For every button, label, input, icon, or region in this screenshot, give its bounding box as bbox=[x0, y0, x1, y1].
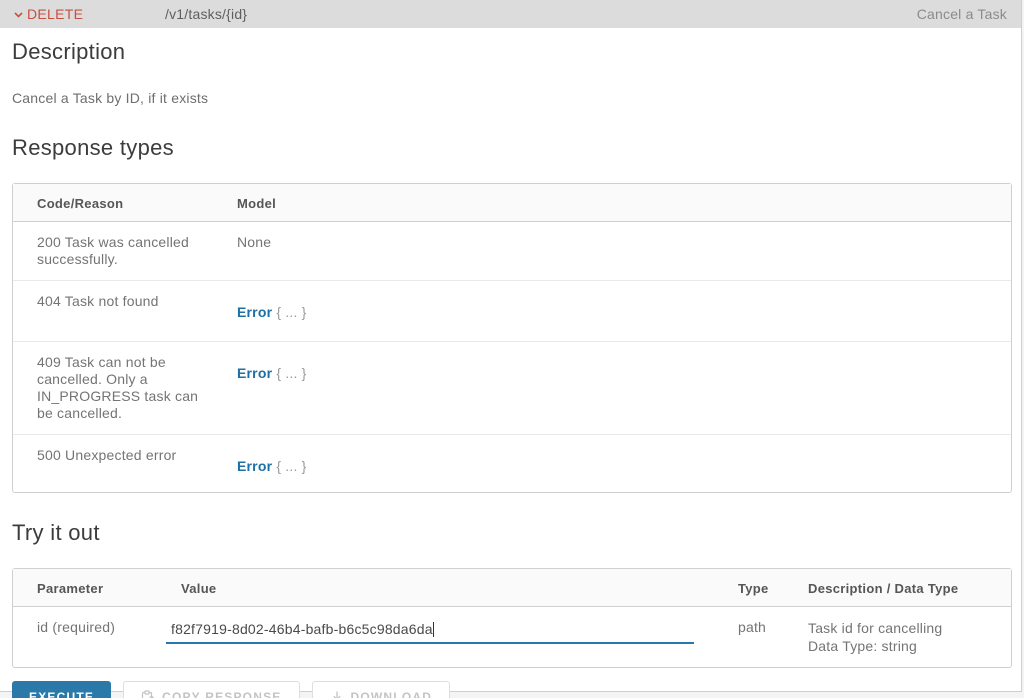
column-header-parameter: Parameter bbox=[13, 569, 157, 607]
response-code-cell: 200 Task was cancelled successfully. bbox=[13, 222, 213, 281]
endpoint-title: Cancel a Task bbox=[916, 6, 1007, 22]
http-method-label: DELETE bbox=[27, 6, 84, 22]
download-icon bbox=[330, 690, 344, 698]
response-code-cell: 404 Task not found bbox=[13, 281, 213, 342]
parameter-type-cell: path bbox=[738, 619, 767, 635]
execute-button[interactable]: EXECUTE bbox=[12, 681, 112, 698]
response-model-cell: Error { ... } bbox=[213, 435, 1011, 492]
table-row: 200 Task was cancelled successfully. Non… bbox=[13, 222, 1011, 281]
method-collapse-toggle[interactable]: DELETE bbox=[12, 6, 165, 22]
id-value-text: f82f7919-8d02-46b4-bafb-b6c5c98da6da bbox=[171, 621, 433, 637]
text-caret bbox=[432, 622, 434, 637]
endpoint-path: /v1/tasks/{id} bbox=[165, 6, 248, 22]
response-code-cell: 409 Task can not be cancelled. Only a IN… bbox=[13, 342, 213, 435]
error-model-link[interactable]: Error bbox=[237, 458, 272, 474]
table-row: 500 Unexpected error Error { ... } bbox=[13, 435, 1011, 492]
try-table-header-row: Parameter Value Type Description / Data … bbox=[13, 569, 1011, 607]
response-model-cell: Error { ... } bbox=[213, 342, 1011, 435]
copy-response-button[interactable]: COPY RESPONSE bbox=[123, 681, 300, 698]
error-model-link[interactable]: Error bbox=[237, 365, 272, 381]
table-row: 409 Task can not be cancelled. Only a IN… bbox=[13, 342, 1011, 435]
table-row: 404 Task not found Error { ... } bbox=[13, 281, 1011, 342]
description-text: Cancel a Task by ID, if it exists bbox=[12, 90, 209, 106]
column-header-model: Model bbox=[213, 184, 1011, 222]
response-table-header-row: Code/Reason Model bbox=[13, 184, 1011, 222]
response-code-cell: 500 Unexpected error bbox=[37, 447, 177, 463]
copy-response-label: COPY RESPONSE bbox=[162, 690, 282, 698]
download-label: DOWNLOAD bbox=[350, 690, 433, 698]
parameter-datatype-line: Data Type: string bbox=[808, 638, 917, 654]
description-heading: Description bbox=[12, 39, 126, 64]
parameter-description-line: Task id for cancelling bbox=[808, 620, 943, 636]
error-model-braces: { ... } bbox=[276, 365, 307, 381]
table-row: id (required) f82f7919-8d02-46b4-bafb-b6… bbox=[13, 607, 1011, 667]
endpoint-panel: DELETE /v1/tasks/{id} Cancel a Task Desc… bbox=[0, 0, 1022, 698]
column-header-description-data-type: Description / Data Type bbox=[784, 569, 1011, 607]
error-model-braces: { ... } bbox=[276, 458, 307, 474]
download-button[interactable]: DOWNLOAD bbox=[311, 681, 451, 698]
response-types-heading: Response types bbox=[12, 135, 174, 160]
error-model-braces: { ... } bbox=[276, 304, 307, 320]
endpoint-header: DELETE /v1/tasks/{id} Cancel a Task bbox=[0, 0, 1021, 28]
response-model-cell: Error { ... } bbox=[213, 281, 1011, 342]
parameter-description-cell: Task id for cancelling Data Type: string bbox=[784, 607, 1011, 667]
parameter-value-cell: f82f7919-8d02-46b4-bafb-b6c5c98da6da bbox=[157, 607, 714, 667]
response-model-cell: None bbox=[213, 222, 1011, 281]
column-header-value: Value bbox=[157, 569, 714, 607]
try-it-out-table: Parameter Value Type Description / Data … bbox=[12, 568, 1012, 668]
try-it-out-heading: Try it out bbox=[12, 520, 100, 545]
column-header-code-reason: Code/Reason bbox=[13, 184, 213, 222]
error-model-link[interactable]: Error bbox=[237, 304, 272, 320]
response-types-table: Code/Reason Model 200 Task was cancelled… bbox=[12, 183, 1012, 493]
column-header-type: Type bbox=[714, 569, 784, 607]
copy-icon bbox=[141, 689, 155, 698]
id-value-input[interactable]: f82f7919-8d02-46b4-bafb-b6c5c98da6da bbox=[166, 619, 694, 644]
chevron-down-icon bbox=[12, 8, 25, 21]
action-button-row: EXECUTE COPY RESPONSE DOWNLOAD bbox=[12, 681, 1011, 698]
parameter-name-cell: id (required) bbox=[37, 619, 116, 635]
